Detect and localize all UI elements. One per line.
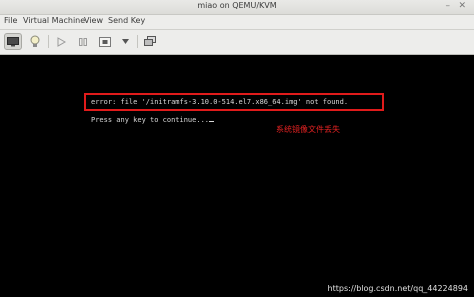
continue-prompt-text: Press any key to continue... <box>91 116 210 124</box>
dropdown-arrow-icon[interactable] <box>116 33 134 50</box>
menu-file[interactable]: File <box>4 16 17 25</box>
vm-console-screen[interactable] <box>0 55 474 297</box>
window-titlebar: miao on QEMU/KVM – ✕ <box>0 0 474 15</box>
watermark: https://blog.csdn.net/qq_44224894 <box>327 284 468 293</box>
toolbar-separator <box>137 35 138 48</box>
play-icon[interactable] <box>52 33 70 50</box>
snapshot-icon[interactable] <box>141 33 159 50</box>
close-icon[interactable]: ✕ <box>458 1 466 12</box>
menubar: File Virtual Machine View Send Key <box>0 15 474 30</box>
monitor-icon[interactable] <box>4 33 22 50</box>
error-highlight-box <box>84 93 384 111</box>
minimize-icon[interactable]: – <box>446 1 451 12</box>
window-title: miao on QEMU/KVM <box>197 1 277 10</box>
pause-icon[interactable] <box>74 33 92 50</box>
continue-prompt: Press any key to continue... <box>91 116 215 124</box>
toolbar-separator <box>48 35 49 48</box>
menu-view[interactable]: View <box>84 16 103 25</box>
annotation-note: 系统镜像文件丢失 <box>276 125 340 134</box>
lightbulb-icon[interactable] <box>26 33 44 50</box>
menu-send-key[interactable]: Send Key <box>108 16 145 25</box>
text-cursor <box>209 121 215 122</box>
stop-icon[interactable] <box>96 33 114 50</box>
menu-virtual-machine[interactable]: Virtual Machine <box>23 16 85 25</box>
toolbar <box>0 30 474 55</box>
